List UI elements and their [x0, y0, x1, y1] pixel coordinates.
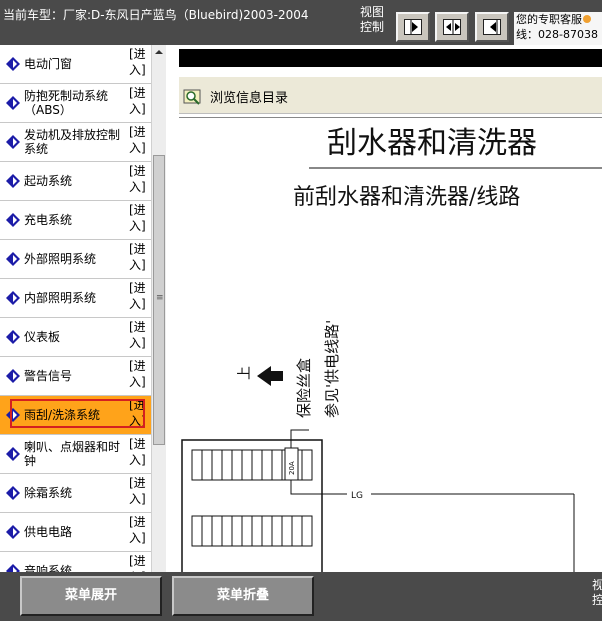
selection-highlight: [10, 399, 145, 428]
browse-catalog-icon[interactable]: [183, 87, 203, 105]
sidebar-item[interactable]: 起动系统 [进入]: [0, 162, 151, 201]
sidebar-item[interactable]: 供电电路 [进入]: [0, 513, 151, 552]
direction-label: 上: [237, 366, 253, 380]
document-viewer: 浏览信息目录 刮水器和清洗器 前刮水器和清洗器/线路 上 保险丝盒 参见'供电线…: [166, 45, 602, 573]
doc-title: 刮水器和清洗器: [327, 126, 537, 161]
grip-icon: ≡: [156, 293, 164, 303]
diamond-icon: [6, 447, 20, 461]
wiring-diagram-page: 刮水器和清洗器 前刮水器和清洗器/线路 上 保险丝盒 参见'供电线路' 20A …: [179, 117, 602, 573]
sidebar-item-label: 起动系统: [24, 174, 73, 188]
enter-link[interactable]: [进入]: [129, 553, 149, 572]
sidebar-item-label: 外部照明系统: [24, 252, 97, 266]
sidebar-scrollbar[interactable]: ≡: [151, 45, 166, 572]
sidebar-item[interactable]: 除霜系统 [进入]: [0, 474, 151, 513]
view-expand-left-button[interactable]: [475, 12, 509, 42]
diamond-icon: [6, 252, 20, 266]
menu-expand-button[interactable]: 菜单展开: [20, 576, 162, 616]
sidebar-item-label: 防抱死制动系统（ABS）: [24, 89, 109, 117]
browse-toolbar: 浏览信息目录: [179, 77, 602, 114]
sidebar-item-label: 电动门窗: [24, 57, 73, 71]
sidebar-item[interactable]: 喇叭、点烟器和时钟 [进入]: [0, 435, 151, 474]
support-info: 您的专职客服 线：028-87038: [514, 12, 602, 45]
sidebar-item-label: 音响系统: [24, 564, 73, 572]
support-line-1: 您的专职客服: [516, 13, 582, 26]
sidebar-item[interactable]: 音响系统 [进入]: [0, 552, 151, 572]
menu-collapse-button[interactable]: 菜单折叠: [172, 576, 314, 616]
enter-link[interactable]: [进入]: [129, 475, 149, 507]
viewer-header-strip: [179, 49, 602, 67]
enter-link[interactable]: [进入]: [129, 202, 149, 234]
diamond-icon: [6, 213, 20, 227]
enter-link[interactable]: [进入]: [129, 85, 149, 117]
sidebar-item[interactable]: 发动机及排放控制系统 [进入]: [0, 123, 151, 162]
sidebar-item-label: 充电系统: [24, 213, 73, 227]
arrow-right-icon: [410, 20, 418, 34]
sidebar-item[interactable]: 外部照明系统 [进入]: [0, 240, 151, 279]
sidebar-item-label: 喇叭、点烟器和时钟: [24, 440, 121, 468]
enter-link[interactable]: [进入]: [129, 241, 149, 273]
view-control-label-bottom: 视控: [592, 578, 602, 607]
view-split-button[interactable]: [435, 12, 469, 42]
sidebar-item-label: 发动机及排放控制系统: [24, 128, 121, 156]
sidebar-item-label: 除霜系统: [24, 486, 73, 500]
enter-link[interactable]: [进入]: [129, 163, 149, 195]
sidebar-item[interactable]: 警告信号 [进入]: [0, 357, 151, 396]
scroll-up-icon[interactable]: [152, 45, 166, 59]
enter-link[interactable]: [进入]: [129, 319, 149, 351]
diamond-icon: [6, 57, 20, 71]
scroll-thumb[interactable]: ≡: [153, 155, 165, 445]
sidebar-item[interactable]: 防抱死制动系统（ABS） [进入]: [0, 84, 151, 123]
diamond-icon: [6, 369, 20, 383]
sidebar-item[interactable]: 充电系统 [进入]: [0, 201, 151, 240]
diamond-icon: [6, 330, 20, 344]
sidebar-item-label: 内部照明系统: [24, 291, 97, 305]
fuse-rating: 20A: [288, 461, 296, 475]
enter-link[interactable]: [进入]: [129, 436, 149, 468]
diamond-icon: [6, 525, 20, 539]
fuse-row-2: [191, 515, 313, 547]
sidebar-item[interactable]: 电动门窗 [进入]: [0, 45, 151, 84]
support-line-2: 线：028-87038: [516, 28, 598, 41]
wiring-diagram: 刮水器和清洗器 前刮水器和清洗器/线路 上 保险丝盒 参见'供电线路' 20A …: [181, 126, 602, 573]
sidebar-menu: 电动门窗 [进入] 防抱死制动系统（ABS） [进入] 发动机及排放控制系统 [进入] 起动…: [0, 45, 166, 572]
enter-link[interactable]: [进入]: [129, 358, 149, 390]
sidebar-item-label: 仪表板: [24, 330, 61, 344]
sidebar-item[interactable]: 仪表板 [进入]: [0, 318, 151, 357]
browse-catalog-label[interactable]: 浏览信息目录: [210, 87, 288, 106]
sidebar-item-label: 警告信号: [24, 369, 73, 383]
view-expand-right-button[interactable]: [396, 12, 430, 42]
wire-label: LG: [351, 491, 363, 501]
enter-link[interactable]: [进入]: [129, 46, 149, 78]
top-bar: 当前车型：厂家:D-东风日产蓝鸟（Bluebird)2003-2004 视图控制…: [0, 0, 602, 45]
sidebar-item[interactable]: 内部照明系统 [进入]: [0, 279, 151, 318]
enter-link[interactable]: [进入]: [129, 280, 149, 312]
diamond-icon: [6, 135, 20, 149]
status-dot-icon: [583, 15, 591, 23]
direction-arrow-icon: [257, 366, 283, 386]
sidebar-item-label: 供电电路: [24, 525, 73, 539]
diamond-icon: [6, 486, 20, 500]
enter-link[interactable]: [进入]: [129, 514, 149, 546]
bottom-bar: 菜单展开 菜单折叠 视控: [0, 572, 602, 621]
diamond-icon: [6, 174, 20, 188]
view-control-label: 视图控制: [360, 5, 385, 34]
doc-subtitle: 前刮水器和清洗器/线路: [293, 185, 520, 210]
fuse-box-label: 保险丝盒: [295, 358, 313, 418]
sidebar-item[interactable]: 雨刮/洗涤系统 [进入]: [0, 396, 151, 435]
fuse-box-reference: 参见'供电线路': [323, 320, 341, 418]
enter-link[interactable]: [进入]: [129, 124, 149, 156]
diamond-icon: [6, 291, 20, 305]
arrows-split-icon: [446, 20, 460, 34]
arrow-left-icon: [490, 20, 498, 34]
diamond-icon: [6, 96, 20, 110]
diamond-icon: [6, 564, 20, 572]
vehicle-model-text: 当前车型：厂家:D-东风日产蓝鸟（Bluebird)2003-2004: [3, 8, 309, 22]
